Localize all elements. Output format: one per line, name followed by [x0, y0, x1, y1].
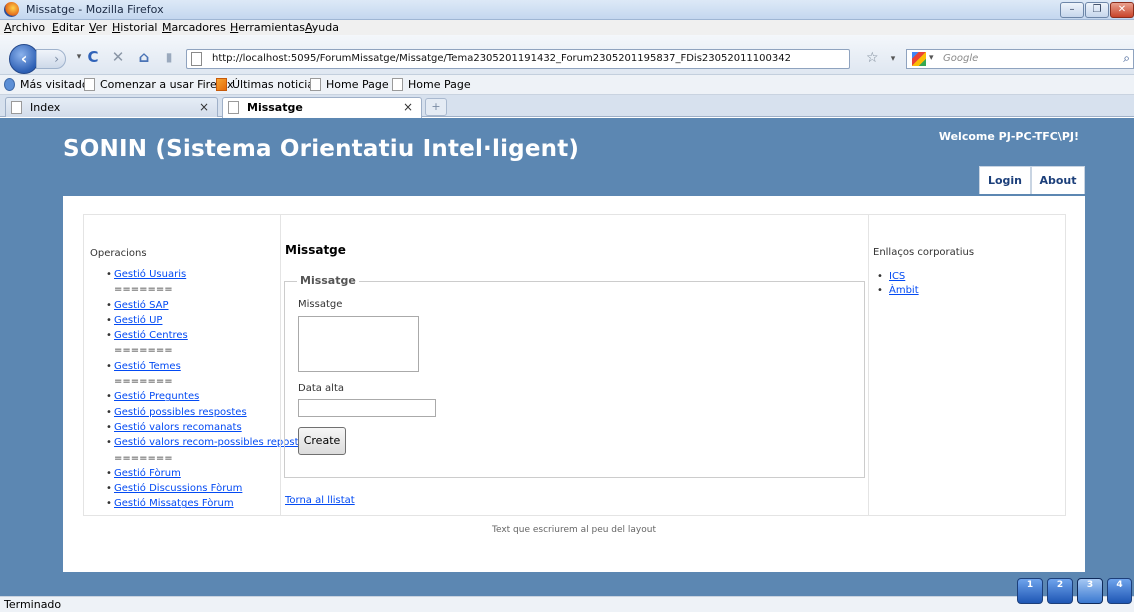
welcome-text: Welcome PJ-PC-TFC\PJ! — [938, 130, 1079, 143]
page-title: Missatge — [285, 243, 346, 257]
page-icon — [191, 52, 202, 66]
url-dropdown-icon[interactable]: ▾ — [884, 50, 902, 68]
bookmark-star-icon[interactable]: ☆ — [866, 50, 879, 66]
search-engine-dropdown-icon[interactable]: ▾ — [929, 53, 934, 63]
tab-close-icon[interactable]: × — [403, 100, 413, 114]
menu-archivo[interactable]: Archivo — [4, 21, 45, 34]
menu-bar: Archivo Editar Ver Historial Marcadores … — [0, 20, 1134, 35]
desktop-3-icon[interactable]: 3 — [1077, 578, 1103, 604]
nav-link[interactable]: Gestió Fòrum — [114, 468, 181, 479]
center-content: Missatge Missatge Missatge Data alta Cre… — [280, 214, 869, 516]
rss-icon — [216, 78, 227, 91]
date-label: Data alta — [298, 383, 345, 394]
page-icon — [84, 78, 95, 91]
address-bar[interactable]: http://localhost:5095/ForumMissatge/Miss… — [186, 49, 850, 69]
close-button[interactable]: ✕ — [1110, 2, 1134, 18]
nav-link[interactable]: Gestió UP — [114, 315, 162, 326]
bookmarks-toolbar: Más visitados Comenzar a usar Firefox Úl… — [0, 75, 1134, 95]
nav-link[interactable]: Gestió Discussions Fòrum — [114, 483, 242, 494]
about-link[interactable]: About — [1031, 166, 1085, 194]
back-to-list-link[interactable]: Torna al llistat — [285, 495, 355, 506]
web-page: SONIN (Sistema Orientatiu Intel·ligent) … — [0, 118, 1134, 596]
operations-title: Operacions — [90, 248, 147, 259]
bookmark-latest-news[interactable]: Últimas noticias — [216, 78, 320, 91]
back-button[interactable]: ‹ — [9, 44, 39, 74]
login-link[interactable]: Login — [979, 166, 1031, 194]
google-icon[interactable] — [912, 52, 926, 66]
message-textarea[interactable] — [298, 316, 419, 372]
forward-button[interactable]: › — [36, 49, 66, 69]
list-item[interactable]: Àmbit — [877, 285, 919, 299]
signal-icon: ▮ — [165, 50, 173, 64]
menu-historial[interactable]: Historial — [112, 21, 158, 34]
page-icon — [310, 78, 321, 91]
desktop-2-icon[interactable]: 2 — [1047, 578, 1073, 604]
search-icon[interactable]: ⌕ — [1123, 51, 1130, 66]
tab-index[interactable]: Index × — [5, 97, 218, 117]
menu-ver[interactable]: Ver — [89, 21, 107, 34]
navigation-toolbar: ‹ › ▾ C ✕ ⌂ ▮ http://localhost:5095/Foru… — [0, 35, 1134, 75]
page-icon — [228, 101, 239, 114]
stop-icon[interactable]: ✕ — [109, 48, 127, 66]
main-content: Operacions Gestió Usuaris ======= Gestió… — [63, 196, 1085, 572]
create-button[interactable]: Create — [298, 427, 346, 455]
menu-marcadores[interactable]: Marcadores — [162, 21, 226, 34]
menu-editar[interactable]: Editar — [52, 21, 85, 34]
desktop-1-icon[interactable]: 1 — [1017, 578, 1043, 604]
status-bar: Terminado — [0, 596, 1134, 612]
nav-link[interactable]: Gestió Centres — [114, 330, 188, 341]
list-item[interactable]: ICS — [877, 271, 919, 285]
search-box[interactable]: ▾ Google ⌕ — [906, 49, 1134, 69]
maximize-button[interactable]: ❐ — [1085, 2, 1109, 18]
page-icon — [11, 101, 22, 114]
most-visited-icon — [4, 78, 15, 91]
ambit-link[interactable]: Àmbit — [889, 285, 919, 296]
corporate-links-title: Enllaços corporatius — [873, 247, 975, 258]
tab-missatge[interactable]: Missatge × — [222, 97, 422, 118]
search-placeholder: Google — [943, 53, 979, 64]
date-input[interactable] — [298, 399, 436, 417]
right-sidebar: Enllaços corporatius ICS Àmbit — [868, 214, 1066, 516]
home-icon[interactable]: ⌂ — [135, 48, 153, 66]
menu-herramientas[interactable]: Herramientas — [230, 21, 305, 34]
reload-icon[interactable]: C — [84, 48, 102, 66]
message-label: Missatge — [298, 299, 343, 310]
minimize-button[interactable]: – — [1060, 2, 1084, 18]
nav-link[interactable]: Gestió Missatges Fòrum — [114, 498, 234, 509]
page-footer: Text que escriurem al peu del layout — [491, 525, 656, 535]
tab-strip: Index × Missatge × — [0, 95, 1134, 118]
nav-link[interactable]: Gestió valors recomanats — [114, 422, 242, 433]
bookmark-most-visited[interactable]: Más visitados — [4, 78, 94, 91]
nav-link[interactable]: Gestió possibles respostes — [114, 407, 247, 418]
nav-link[interactable]: Gestió SAP — [114, 300, 169, 311]
tab-close-icon[interactable]: × — [199, 100, 209, 114]
nav-link[interactable]: Gestió Temes — [114, 361, 181, 372]
desktop-4-icon[interactable]: 4 — [1107, 578, 1132, 604]
message-fieldset: Missatge Missatge Data alta Create — [284, 274, 865, 478]
menu-ayuda[interactable]: Ayuda — [305, 21, 339, 34]
nav-link[interactable]: Gestió Usuaris — [114, 269, 186, 280]
url-text: http://localhost:5095/ForumMissatge/Miss… — [212, 53, 791, 64]
window-title: Missatge - Mozilla Firefox — [26, 3, 164, 16]
bookmark-home-page-1[interactable]: Home Page — [310, 78, 389, 91]
fieldset-legend: Missatge — [297, 274, 359, 287]
nav-link[interactable]: Gestió Preguntes — [114, 391, 199, 402]
new-tab-button[interactable]: + — [425, 98, 447, 116]
page-icon — [392, 78, 403, 91]
status-text: Terminado — [4, 598, 62, 611]
ics-link[interactable]: ICS — [889, 271, 905, 282]
window-titlebar: Missatge - Mozilla Firefox – ❐ ✕ — [0, 0, 1134, 20]
bookmark-home-page-2[interactable]: Home Page — [392, 78, 471, 91]
firefox-icon — [4, 2, 19, 17]
corporate-links-list: ICS Àmbit — [877, 271, 919, 299]
bookmark-getting-started[interactable]: Comenzar a usar Firefox — [84, 78, 234, 91]
site-title: SONIN (Sistema Orientatiu Intel·ligent) — [63, 136, 580, 162]
left-sidebar: Operacions Gestió Usuaris ======= Gestió… — [83, 214, 310, 516]
